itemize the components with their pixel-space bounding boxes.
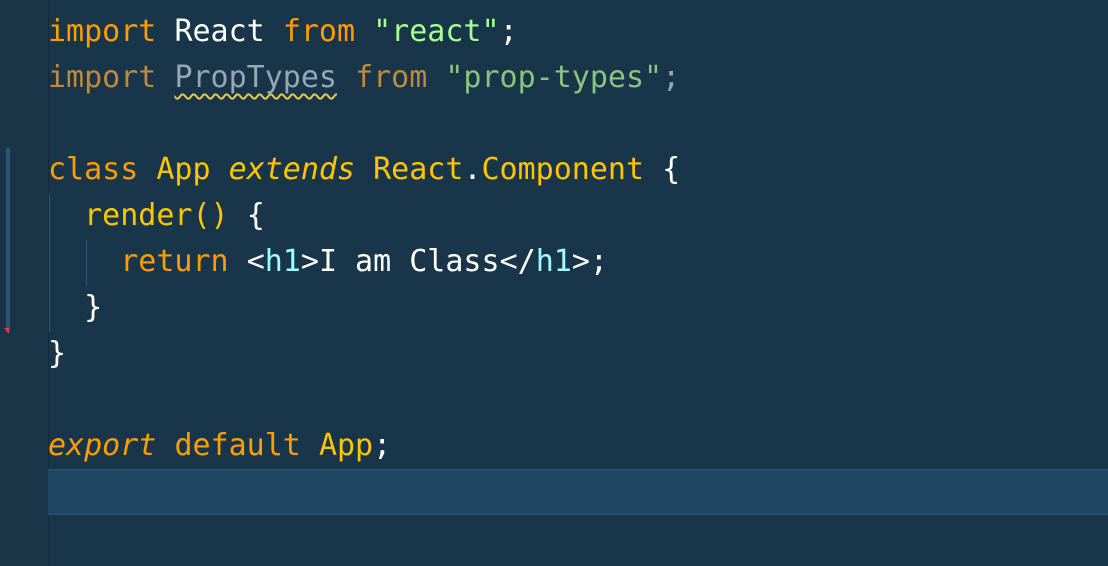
from-keyword: from <box>355 60 428 95</box>
method-parens: () <box>192 198 229 233</box>
code-editor[interactable]: import React from "react"; import PropTy… <box>0 0 1108 566</box>
open-brace: { <box>246 198 265 233</box>
code-line-2[interactable]: import PropTypes from "prop-types"; <box>48 55 680 101</box>
editor-gutter[interactable] <box>0 0 49 566</box>
export-name-app: App <box>318 428 374 463</box>
return-keyword: return <box>120 244 229 279</box>
import-keyword: import <box>48 14 157 49</box>
semicolon: ; <box>662 60 681 95</box>
code-line-1[interactable]: import React from "react"; <box>48 9 518 55</box>
class-keyword: class <box>48 152 139 187</box>
git-deleted-indicator[interactable] <box>4 328 9 334</box>
close-brace: } <box>84 290 103 325</box>
member-dot: . <box>463 152 482 187</box>
semicolon: ; <box>589 244 608 279</box>
jsx-close-bracket: > <box>300 244 319 279</box>
default-keyword: default <box>174 428 301 463</box>
semicolon: ; <box>499 14 518 49</box>
base-object-react: React <box>373 152 464 187</box>
unused-import-proptypes[interactable]: PropTypes <box>174 60 337 95</box>
code-line-7[interactable]: } <box>48 285 102 331</box>
import-name-react: React <box>174 14 265 49</box>
jsx-closing-close-bracket: > <box>571 244 590 279</box>
module-string-prop-types: "prop-types" <box>445 60 663 95</box>
jsx-text: I am Class <box>318 244 500 279</box>
class-name-app: App <box>156 152 211 187</box>
code-line-10[interactable]: export default App; <box>48 423 391 469</box>
jsx-open-tag: h1 <box>264 244 301 279</box>
extends-keyword: extends <box>228 152 356 187</box>
method-name-render: render <box>84 198 193 233</box>
base-member-component: Component <box>481 152 645 187</box>
import-keyword: import <box>48 60 157 95</box>
open-brace: { <box>662 152 681 187</box>
from-keyword: from <box>282 14 356 49</box>
code-line-4[interactable]: class App extends React.Component { <box>48 147 680 193</box>
jsx-closing-open-bracket: </ <box>499 244 536 279</box>
close-brace: } <box>48 336 67 371</box>
semicolon: ; <box>373 428 392 463</box>
code-line-11[interactable] <box>48 469 1108 515</box>
code-line-6[interactable]: return <h1>I am Class</h1>; <box>48 239 608 285</box>
code-line-5[interactable]: render() { <box>48 193 265 239</box>
jsx-close-tag: h1 <box>535 244 572 279</box>
jsx-open-bracket: < <box>246 244 265 279</box>
git-modified-indicator[interactable] <box>6 148 10 332</box>
code-line-8[interactable]: } <box>48 331 66 377</box>
export-keyword: export <box>48 428 157 463</box>
module-string-react: "react" <box>373 14 500 49</box>
